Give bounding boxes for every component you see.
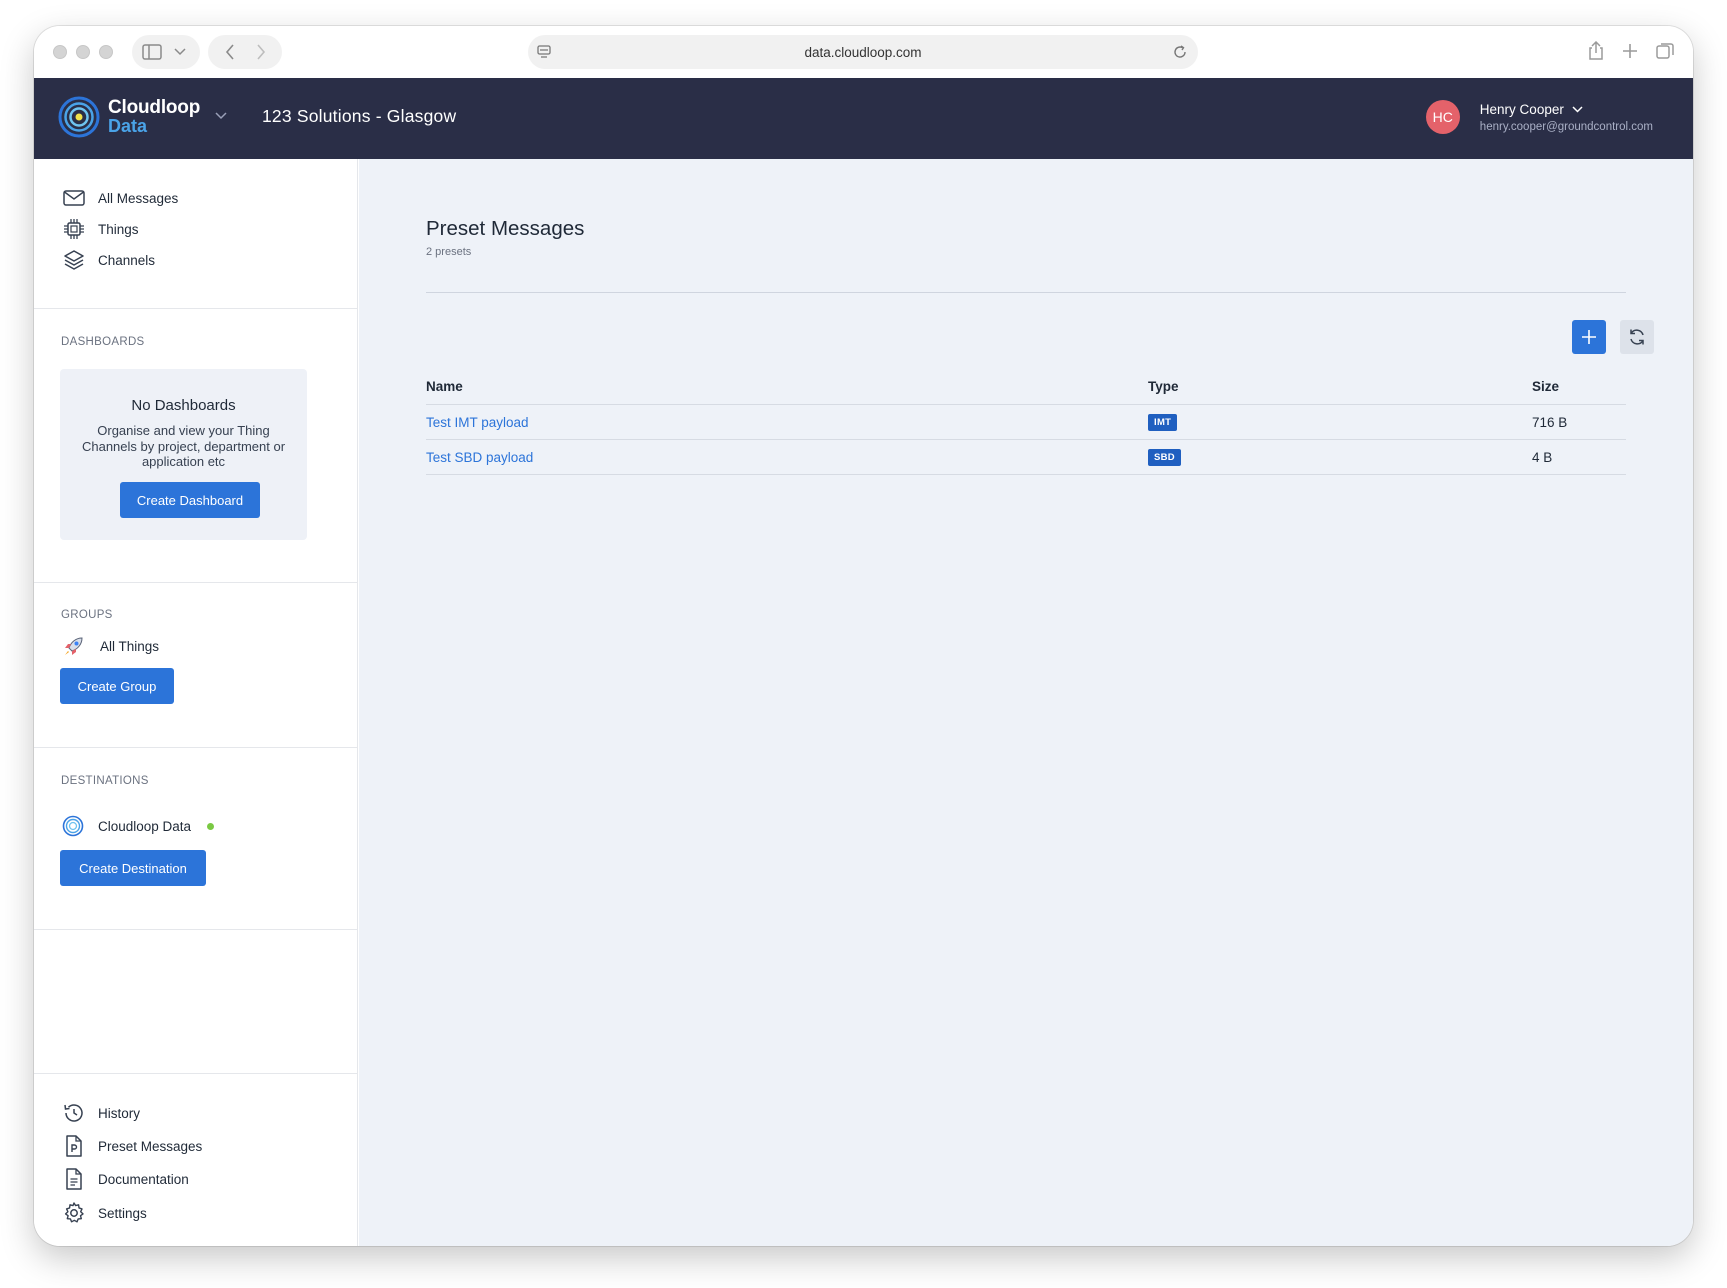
preset-size: 4 B xyxy=(1532,449,1553,465)
browser-actions xyxy=(1587,41,1675,61)
preset-document-icon xyxy=(66,1135,82,1157)
sidebar-divider xyxy=(34,582,358,583)
create-destination-button[interactable]: Create Destination xyxy=(60,850,206,886)
main-content: Preset Messages 2 presets Name Type Size… xyxy=(359,159,1693,1246)
dashboards-section-title: DASHBOARDS xyxy=(61,336,145,348)
app-header: Cloudloop Data 123 Solutions - Glasgow H… xyxy=(34,78,1693,159)
address-bar[interactable]: data.cloudloop.com xyxy=(528,35,1198,69)
type-badge: SBD xyxy=(1148,449,1181,466)
avatar[interactable]: HC xyxy=(1425,100,1460,134)
nav-label: Things xyxy=(98,221,139,237)
sidebar-divider xyxy=(34,1073,358,1074)
user-email: henry.cooper@groundcontrol.com xyxy=(1479,120,1653,133)
nav-documentation[interactable]: Documentation xyxy=(62,1167,189,1191)
browser-window: data.cloudloop.com Cloudloop Data 123 So… xyxy=(34,26,1693,1246)
sidebar: All Messages Things Channels DASHBOARDS … xyxy=(34,159,358,1246)
column-header-size[interactable]: Size xyxy=(1532,379,1626,394)
create-dashboard-button[interactable]: Create Dashboard xyxy=(120,482,260,518)
user-menu[interactable]: HC Henry Cooper henry.cooper@groundcontr… xyxy=(1425,100,1653,134)
user-name-row[interactable]: Henry Cooper xyxy=(1480,102,1653,117)
preset-messages-table: Name Type Size Test IMT payload IMT 716 … xyxy=(426,369,1626,475)
rocket-icon xyxy=(65,637,83,655)
nav-label: Settings xyxy=(98,1205,147,1221)
table-row: Test IMT payload IMT 716 B xyxy=(426,405,1626,440)
window-controls xyxy=(53,45,113,59)
layers-icon xyxy=(64,250,84,270)
nav-preset-messages[interactable]: Preset Messages xyxy=(62,1134,202,1158)
no-dashboards-panel: No Dashboards Organise and view your Thi… xyxy=(60,369,307,540)
cloudloop-logo-icon xyxy=(58,96,100,138)
cloudloop-icon xyxy=(62,815,84,837)
history-icon xyxy=(64,1104,83,1122)
page-title: Preset Messages xyxy=(426,217,585,240)
url-text: data.cloudloop.com xyxy=(804,44,922,60)
sidebar-icon xyxy=(142,44,162,60)
destination-label: Cloudloop Data xyxy=(98,818,192,834)
chip-icon xyxy=(64,219,84,239)
plus-icon xyxy=(1582,330,1596,344)
share-icon[interactable] xyxy=(1587,41,1605,61)
nav-label: History xyxy=(98,1105,141,1121)
no-dashboards-text: Organise and view your Thing Channels by… xyxy=(81,423,286,469)
nav-label: Channels xyxy=(98,252,156,268)
nav-history[interactable]: History xyxy=(62,1101,140,1125)
reload-icon[interactable] xyxy=(1172,44,1188,60)
preset-name-link[interactable]: Test SBD payload xyxy=(426,450,533,465)
nav-label: Documentation xyxy=(98,1171,189,1187)
sidebar-toggle-button[interactable] xyxy=(132,35,200,69)
document-icon xyxy=(66,1168,82,1190)
refresh-icon xyxy=(1630,329,1644,345)
column-header-name[interactable]: Name xyxy=(426,379,1148,394)
destination-item-cloudloop-data[interactable]: Cloudloop Data xyxy=(62,815,215,837)
group-item-all-things[interactable]: All Things xyxy=(62,634,159,658)
preset-size: 716 B xyxy=(1532,414,1568,430)
minimize-window-button[interactable] xyxy=(76,45,90,59)
nav-all-messages[interactable]: All Messages xyxy=(62,186,178,210)
nav-label: Preset Messages xyxy=(98,1138,203,1154)
type-badge: IMT xyxy=(1148,414,1178,431)
header-divider xyxy=(426,292,1626,293)
page-subtitle: 2 presets xyxy=(426,246,472,258)
no-dashboards-title: No Dashboards xyxy=(131,397,236,414)
user-name: Henry Cooper xyxy=(1479,101,1564,117)
nav-channels[interactable]: Channels xyxy=(62,248,155,272)
add-preset-button[interactable] xyxy=(1572,320,1606,354)
organisation-name[interactable]: 123 Solutions - Glasgow xyxy=(262,106,456,127)
back-icon[interactable] xyxy=(225,44,235,60)
preset-name-link[interactable]: Test IMT payload xyxy=(426,415,529,430)
close-window-button[interactable] xyxy=(53,45,67,59)
cloudloop-logo[interactable]: Cloudloop Data xyxy=(58,96,200,138)
table-header: Name Type Size xyxy=(426,369,1626,405)
browser-toolbar: data.cloudloop.com xyxy=(34,26,1693,78)
zoom-window-button[interactable] xyxy=(99,45,113,59)
nav-things[interactable]: Things xyxy=(62,217,139,241)
destinations-section-title: DESTINATIONS xyxy=(61,775,149,787)
table-row: Test SBD payload SBD 4 B xyxy=(426,440,1626,475)
group-label: All Things xyxy=(100,638,160,654)
create-group-button[interactable]: Create Group xyxy=(60,668,174,704)
history-nav xyxy=(208,35,282,69)
nav-label: All Messages xyxy=(98,190,179,206)
new-tab-icon[interactable] xyxy=(1621,41,1639,61)
sidebar-divider xyxy=(34,308,358,309)
site-settings-icon[interactable] xyxy=(536,44,552,60)
forward-icon[interactable] xyxy=(256,44,266,60)
tab-overview-icon[interactable] xyxy=(1655,41,1675,61)
logo-brand-text: Cloudloop xyxy=(108,97,201,118)
nav-settings[interactable]: Settings xyxy=(62,1201,147,1225)
gear-icon xyxy=(64,1202,84,1223)
groups-section-title: GROUPS xyxy=(61,609,113,621)
logo-sub-text: Data xyxy=(108,116,148,136)
refresh-button[interactable] xyxy=(1620,320,1654,354)
chevron-down-icon xyxy=(1572,105,1583,113)
sidebar-divider xyxy=(34,747,358,748)
envelope-icon xyxy=(63,190,85,206)
sidebar-divider xyxy=(34,929,358,930)
column-header-type[interactable]: Type xyxy=(1148,379,1532,394)
org-switcher-chevron-icon[interactable] xyxy=(215,112,227,120)
chevron-down-icon xyxy=(174,48,186,56)
status-indicator xyxy=(207,822,215,830)
